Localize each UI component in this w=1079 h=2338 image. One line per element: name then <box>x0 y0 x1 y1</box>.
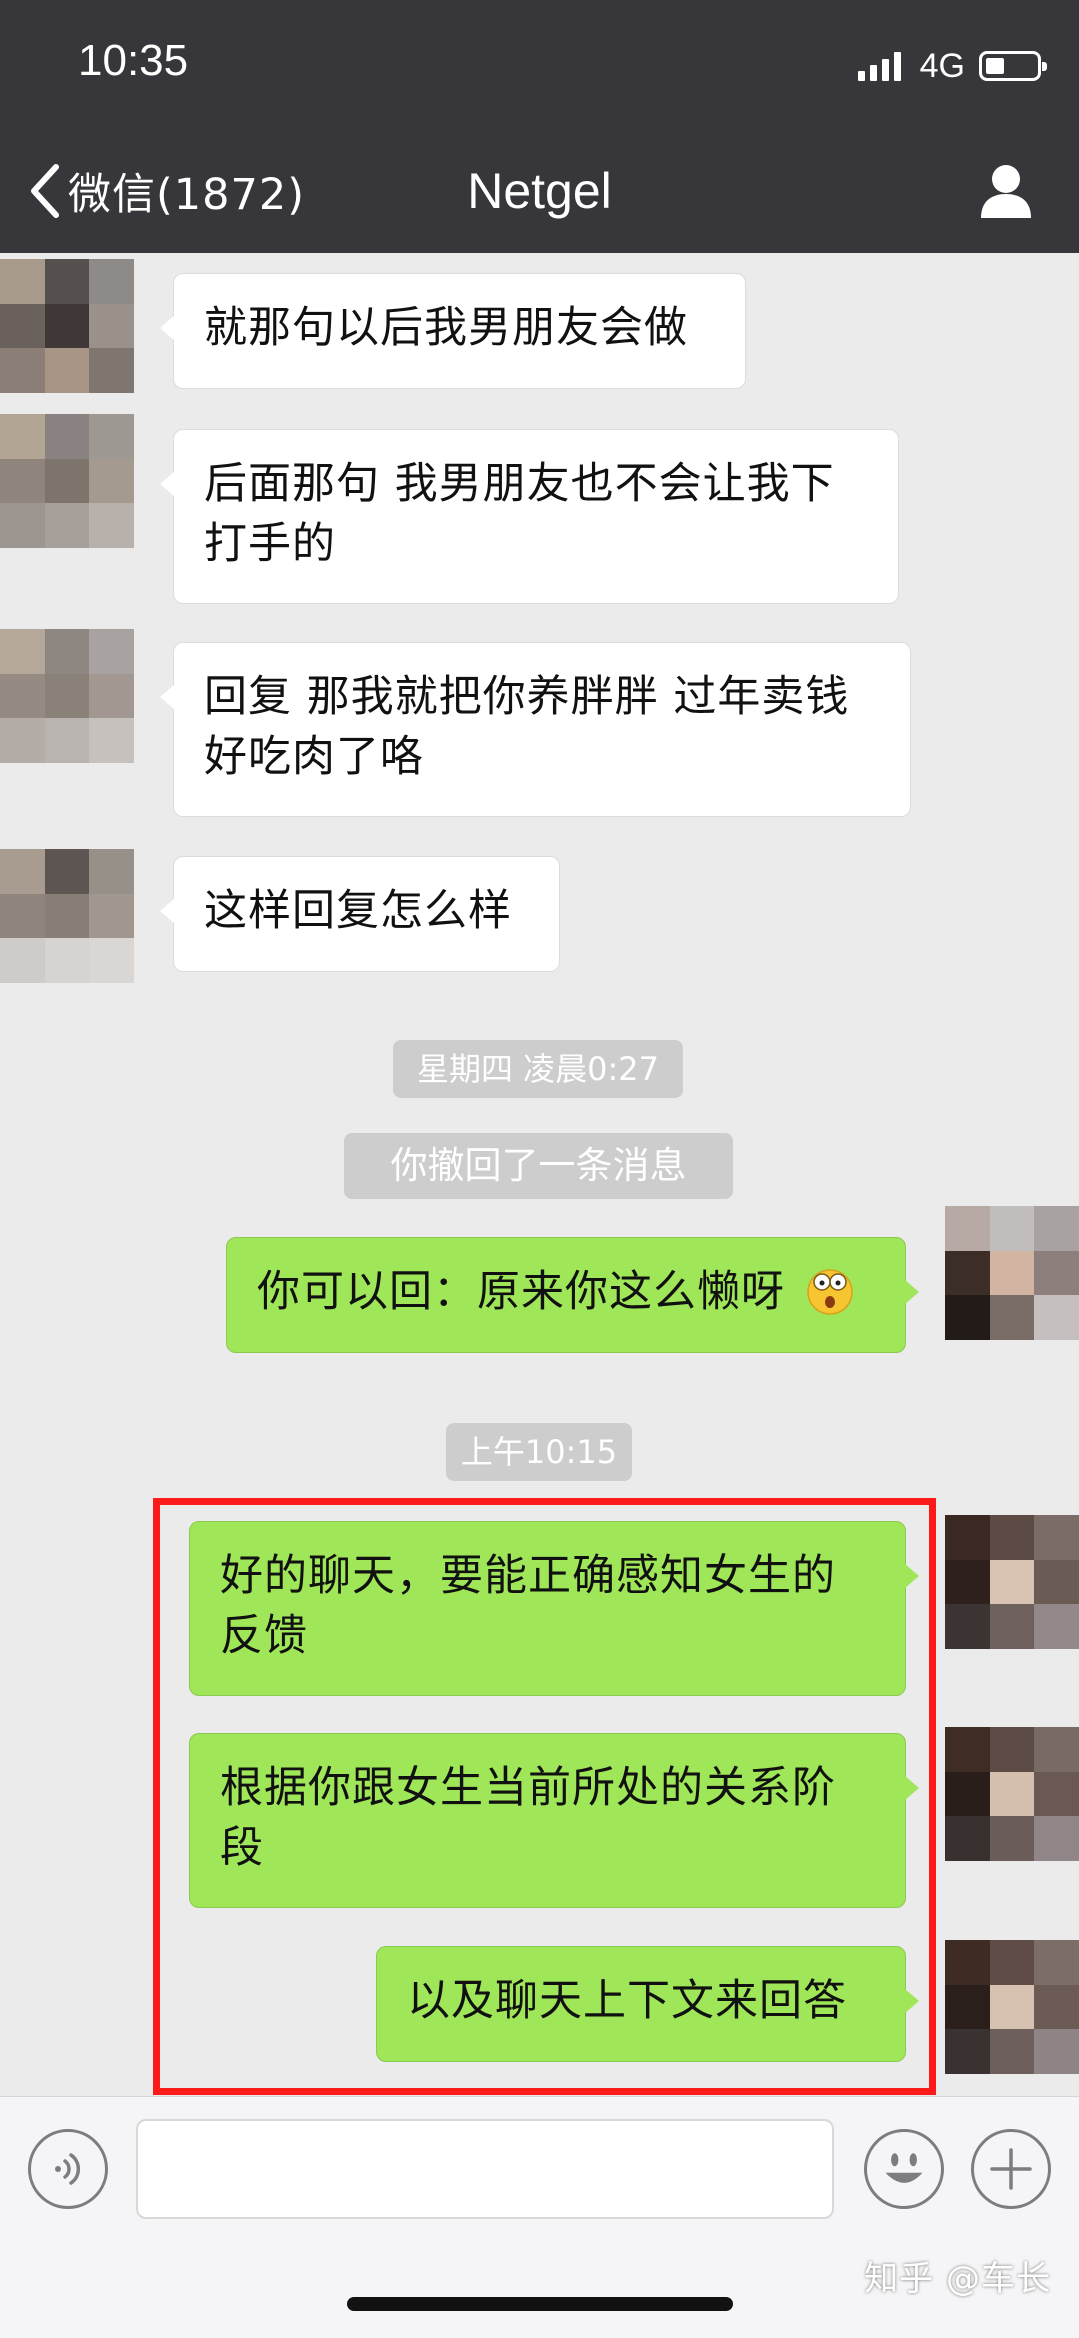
contact-avatar[interactable] <box>0 259 134 393</box>
signal-icon <box>857 51 906 81</box>
message-text-line: 回复 那我就把你养胖胖 过年卖钱 <box>204 672 850 722</box>
contact-avatar[interactable] <box>0 849 134 983</box>
message-input[interactable] <box>136 2119 834 2219</box>
message-text: 这样回复怎么样 <box>204 886 512 936</box>
my-avatar[interactable] <box>945 1940 1079 2074</box>
my-avatar[interactable] <box>945 1727 1079 1861</box>
watermark: 知乎 @车长 <box>864 2259 1051 2299</box>
person-icon[interactable] <box>977 162 1035 220</box>
highlight-box <box>153 1498 936 2095</box>
shocked-face-emoji <box>806 1269 853 1315</box>
battery-icon <box>979 51 1047 81</box>
message-bubble-incoming[interactable]: 回复 那我就把你养胖胖 过年卖钱 好吃肉了咯 <box>160 642 911 817</box>
emoji-button[interactable] <box>864 2129 944 2209</box>
add-button[interactable] <box>971 2129 1051 2209</box>
plus-icon <box>990 2148 1032 2190</box>
status-indicators: 4G <box>857 46 1047 86</box>
contact-avatar[interactable] <box>0 414 134 548</box>
timestamp-label: 星期四 凌晨0:27 <box>393 1040 683 1098</box>
my-avatar[interactable] <box>945 1206 1079 1340</box>
home-indicator[interactable] <box>347 2297 733 2311</box>
message-text-line: 打手的 <box>204 519 336 569</box>
status-time: 10:35 <box>78 36 189 85</box>
timestamp-label: 上午10:15 <box>446 1423 632 1481</box>
message-bubble-outgoing[interactable]: 你可以回：原来你这么懒呀 <box>226 1237 919 1353</box>
message-bubble-incoming[interactable]: 就那句以后我男朋友会做 <box>160 273 746 389</box>
navigation-header: 10:35 4G 微信(1872) Netgel <box>0 0 1079 253</box>
message-bubble-incoming[interactable]: 后面那句 我男朋友也不会让我下 打手的 <box>160 429 899 604</box>
contact-avatar[interactable] <box>0 629 134 763</box>
my-avatar[interactable] <box>945 1515 1079 1649</box>
message-text: 你可以回：原来你这么懒呀 <box>257 1267 785 1317</box>
chat-message-list[interactable]: 就那句以后我男朋友会做 后面那句 我男朋友也不会让我下 打手的 回复 那我就把你… <box>0 253 1079 2096</box>
smiley-icon <box>885 2153 923 2183</box>
chat-title: Netgel <box>467 163 612 219</box>
recall-notice: 你撤回了一条消息 <box>344 1133 733 1199</box>
voice-icon <box>55 2153 81 2185</box>
message-text: 就那句以后我男朋友会做 <box>204 303 688 353</box>
message-text-line: 好吃肉了咯 <box>204 732 424 782</box>
voice-button[interactable] <box>28 2129 108 2209</box>
message-text-line: 后面那句 我男朋友也不会让我下 <box>204 459 835 509</box>
message-bubble-incoming[interactable]: 这样回复怎么样 <box>160 856 560 972</box>
network-type: 4G <box>919 46 965 85</box>
